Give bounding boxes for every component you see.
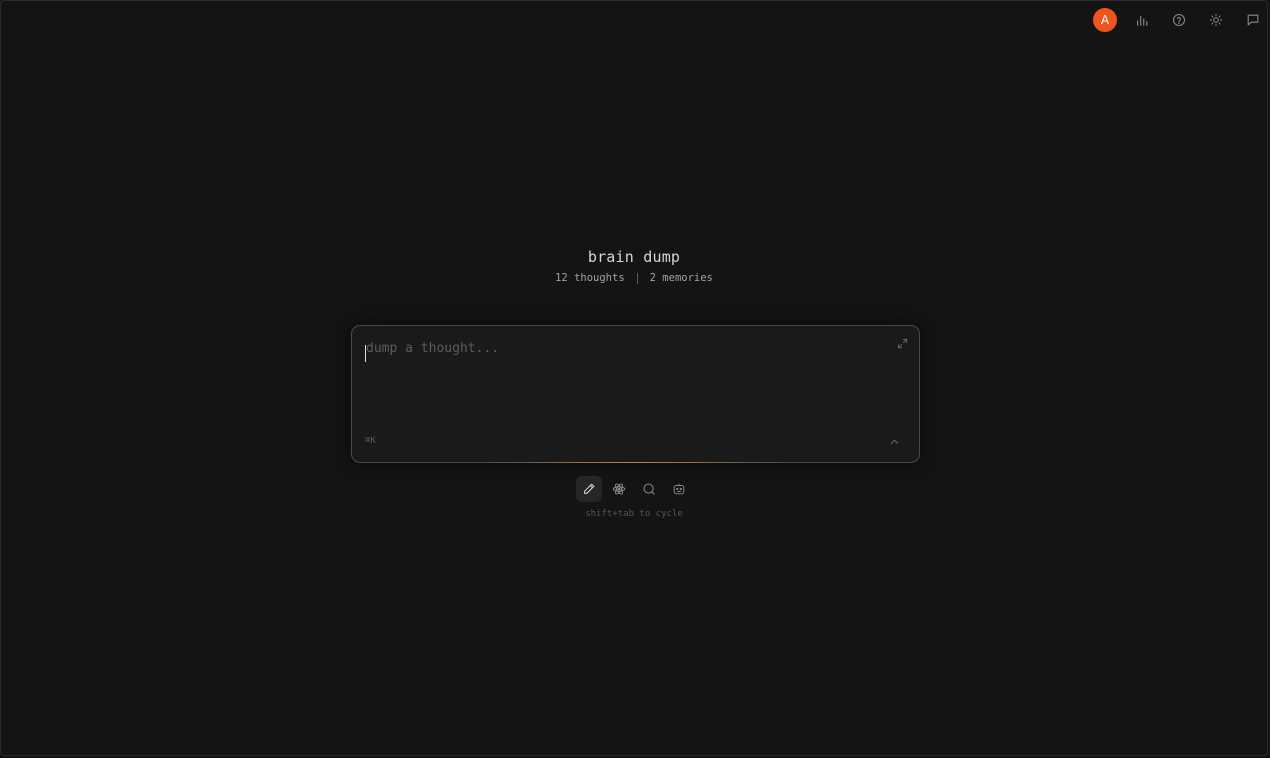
page-header: brain dump 12 thoughts 2 memories [1, 247, 1267, 286]
mode-switcher [1, 476, 1267, 502]
search-icon [643, 483, 655, 495]
shortcut-hint: ⌘K [365, 436, 376, 446]
bot-icon [673, 483, 685, 495]
page-title: brain dump [587, 248, 681, 266]
thought-composer: ⌘K [351, 325, 920, 463]
chevron-up-icon[interactable] [887, 434, 901, 448]
app-window: A brain dump 12 thoughts 2 memories dump… [0, 0, 1268, 756]
pencil-icon [584, 483, 595, 494]
stats-divider [636, 272, 638, 284]
help-circle-icon[interactable] [1167, 8, 1191, 32]
bar-chart-icon[interactable] [1130, 8, 1154, 32]
mode-bot-button[interactable] [666, 476, 692, 502]
mode-cycle-hint: shift+tab to cycle [585, 509, 683, 519]
mode-search-button[interactable] [636, 476, 662, 502]
stats-row: 12 thoughts 2 memories [1, 270, 1267, 286]
thoughts-count[interactable]: 12 thoughts [555, 272, 625, 284]
avatar[interactable]: A [1093, 8, 1117, 32]
thought-input[interactable] [364, 340, 879, 357]
atom-icon [612, 483, 626, 495]
message-square-icon[interactable] [1241, 8, 1265, 32]
expand-icon[interactable] [894, 335, 910, 351]
top-toolbar: A [1093, 8, 1267, 32]
mode-write-button[interactable] [576, 476, 602, 502]
sun-icon[interactable] [1204, 8, 1228, 32]
text-caret [365, 345, 366, 362]
memories-count[interactable]: 2 memories [650, 272, 713, 284]
mode-memory-button[interactable] [606, 476, 632, 502]
